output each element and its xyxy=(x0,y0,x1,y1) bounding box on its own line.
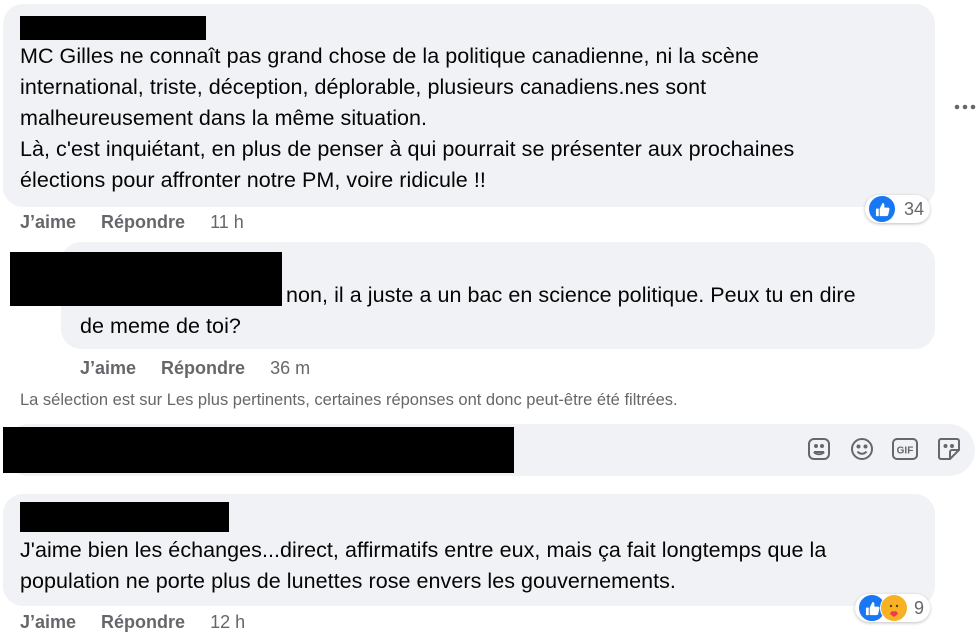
redacted-author-name xyxy=(20,502,229,532)
like-button[interactable]: J’aime xyxy=(20,212,76,233)
like-icon xyxy=(868,195,896,223)
emoji-icon[interactable] xyxy=(847,434,877,464)
comment-actions: J’aime Répondre 12 h xyxy=(20,610,245,634)
reply-timestamp[interactable]: 36 m xyxy=(270,358,310,379)
reply-button[interactable]: Répondre xyxy=(101,612,185,633)
comment-text: MC Gilles ne connaît pas grand chose de … xyxy=(20,44,795,192)
comment-actions: J’aime Répondre 11 h xyxy=(20,210,244,234)
comment-timestamp[interactable]: 12 h xyxy=(210,612,245,633)
reaction-count: 34 xyxy=(904,198,925,219)
comment-timestamp[interactable]: 11 h xyxy=(210,212,244,233)
reply-text: non, il a juste a un bac en science poli… xyxy=(80,283,856,338)
like-button[interactable]: J’aime xyxy=(20,612,76,633)
sticker-icon[interactable] xyxy=(934,434,964,464)
comment-text: J'aime bien les échanges...direct, affir… xyxy=(20,538,827,593)
reply-button[interactable]: Répondre xyxy=(161,358,245,379)
reaction-summary[interactable]: 9 xyxy=(855,594,931,622)
reply-actions: J’aime Répondre 36 m xyxy=(80,356,310,380)
avatar-sticker-icon[interactable] xyxy=(804,434,834,464)
redacted-author-name xyxy=(20,16,206,40)
like-button[interactable]: J’aime xyxy=(80,358,136,379)
filter-notice: La sélection est sur Les plus pertinents… xyxy=(20,391,678,409)
care-icon xyxy=(880,594,908,622)
more-options-icon[interactable] xyxy=(950,92,980,122)
reaction-count: 9 xyxy=(914,597,925,618)
svg-text:GIF: GIF xyxy=(897,446,914,457)
redacted-composer-input[interactable] xyxy=(3,427,514,473)
reply-button[interactable]: Répondre xyxy=(101,212,185,233)
reaction-summary[interactable]: 34 xyxy=(865,195,931,223)
gif-icon[interactable]: GIF xyxy=(890,434,920,464)
